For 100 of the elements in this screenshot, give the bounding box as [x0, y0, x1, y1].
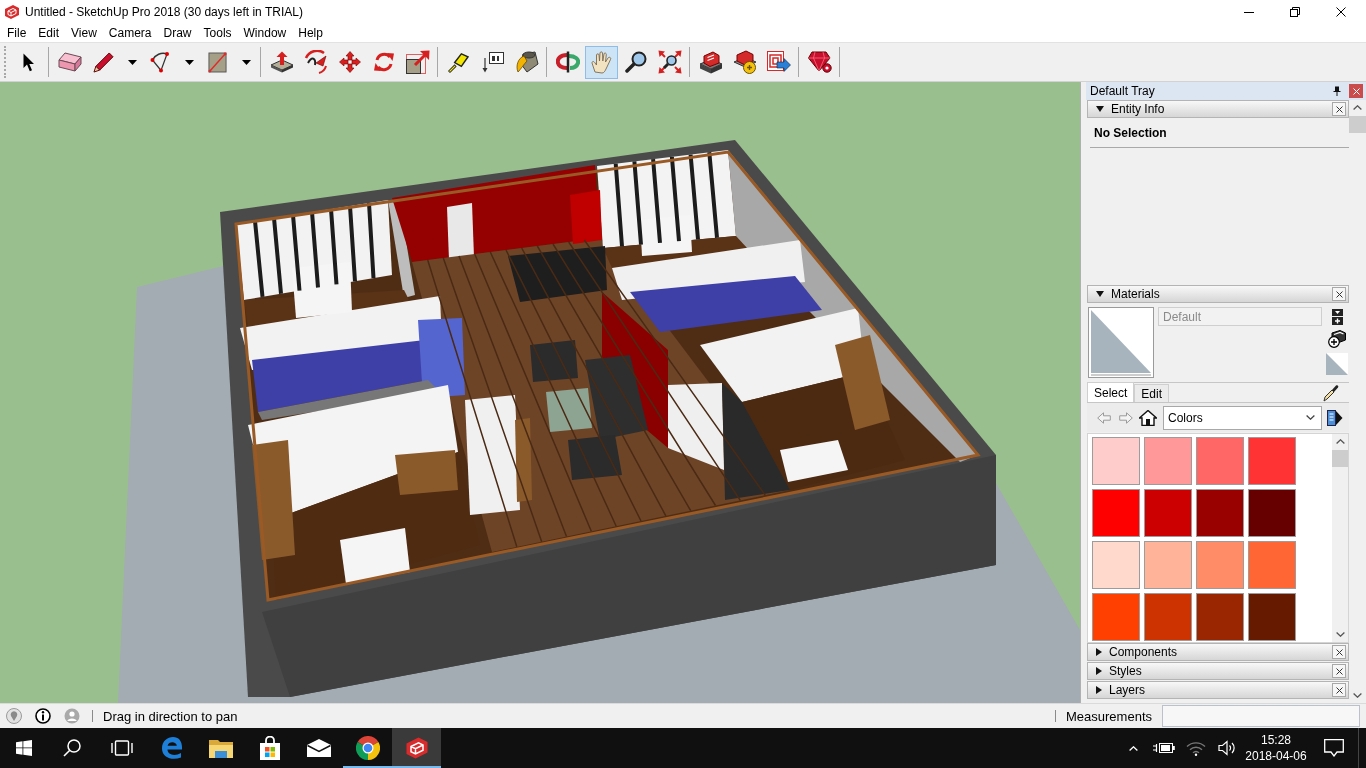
color-swatch[interactable] — [1092, 437, 1140, 485]
panel-header[interactable]: Layers — [1087, 681, 1349, 699]
color-swatch[interactable] — [1144, 437, 1192, 485]
user-icon — [64, 708, 80, 724]
chevron-up-icon — [1128, 745, 1138, 751]
close-icon — [1336, 7, 1346, 17]
cube-logo-icon — [4, 4, 20, 20]
rectangle-icon — [208, 51, 227, 73]
box-badge-icon — [732, 50, 757, 74]
speech-bubble-icon — [1324, 739, 1344, 757]
scrollbar[interactable] — [1332, 434, 1348, 642]
arc-icon — [149, 51, 172, 73]
scrollbar-thumb[interactable] — [1349, 116, 1366, 133]
follow-me-icon — [303, 50, 328, 74]
windows-logo-icon — [16, 740, 32, 756]
color-swatch[interactable] — [1196, 541, 1244, 589]
panel-close-button[interactable] — [1332, 664, 1346, 678]
color-swatch[interactable] — [1144, 541, 1192, 589]
model-viewport[interactable] — [0, 82, 1080, 703]
rotate-arrows-icon — [372, 51, 395, 73]
eyedropper-icon — [1323, 384, 1339, 402]
menu-item[interactable]: Help — [292, 24, 329, 42]
toolbar-grip[interactable] — [4, 46, 8, 78]
search-icon — [63, 739, 81, 757]
geolocation-button[interactable] — [5, 707, 23, 725]
library-dropdown[interactable]: Colors — [1163, 405, 1322, 430]
box-tray-icon — [698, 50, 723, 74]
measurements-field[interactable] — [1162, 705, 1360, 727]
create-material-button[interactable] — [1331, 309, 1343, 325]
menu-item[interactable]: View — [65, 24, 103, 42]
paint-bucket-icon — [514, 50, 539, 74]
page-arrow-icon — [1327, 408, 1343, 427]
tray-title: Default Tray — [1090, 84, 1156, 98]
caret-icon — [184, 59, 194, 65]
pin-icon — [1333, 86, 1341, 96]
menu-item[interactable]: Draw — [157, 24, 198, 42]
close-icon — [1335, 686, 1343, 694]
color-swatch[interactable] — [1248, 541, 1296, 589]
minimize-icon — [1244, 11, 1254, 13]
close-icon — [1335, 290, 1343, 298]
box-plus-icon — [1331, 309, 1343, 325]
chevron-down-icon — [1335, 632, 1345, 637]
panel-title: Components — [1109, 645, 1179, 659]
chevron-down-icon — [1306, 415, 1315, 420]
chevron-down-icon — [1353, 693, 1362, 698]
pin-button[interactable] — [1331, 84, 1343, 98]
details-button[interactable] — [1326, 407, 1344, 428]
selection-status: No Selection — [1094, 126, 1167, 140]
panel-header[interactable]: Entity Info — [1087, 100, 1349, 118]
panel-header[interactable]: Materials — [1087, 285, 1349, 303]
materials-tab[interactable]: Edit — [1134, 384, 1170, 402]
color-swatch[interactable] — [1144, 489, 1192, 537]
color-swatch[interactable] — [1248, 593, 1296, 641]
menu-item[interactable]: Edit — [32, 24, 66, 42]
tape-measure-icon — [448, 51, 469, 73]
panel-title: Entity Info — [1111, 102, 1166, 116]
color-swatch[interactable] — [1196, 489, 1244, 537]
menu-item[interactable]: Camera — [102, 24, 158, 42]
color-swatch[interactable] — [1248, 489, 1296, 537]
panel-close-button[interactable] — [1332, 683, 1346, 697]
magnifier-icon — [624, 51, 647, 73]
tray-close-button[interactable] — [1349, 84, 1363, 98]
sample-paint-button[interactable] — [1323, 384, 1339, 402]
home-button[interactable] — [1139, 407, 1157, 428]
menu-item[interactable]: File — [1, 24, 33, 42]
materials-tab[interactable]: Select — [1087, 382, 1135, 402]
color-swatch[interactable] — [1196, 437, 1244, 485]
color-swatch[interactable] — [1092, 593, 1140, 641]
hand-icon — [590, 50, 613, 74]
forward-arrow-icon — [1119, 411, 1133, 424]
add-material-button[interactable] — [1328, 330, 1346, 348]
color-swatch[interactable] — [1092, 541, 1140, 589]
speaker-icon — [1218, 740, 1236, 756]
clock-button[interactable]: 15:28 2018-04-06 — [1242, 728, 1310, 768]
menu-item[interactable]: Tools — [197, 24, 238, 42]
color-swatch[interactable] — [1092, 489, 1140, 537]
close-icon — [1352, 87, 1360, 95]
close-icon — [1335, 667, 1343, 675]
close-icon — [1335, 648, 1343, 656]
tricolor-circle-icon — [355, 736, 380, 760]
color-swatch[interactable] — [1196, 593, 1244, 641]
panel-close-button[interactable] — [1332, 645, 1346, 659]
panel-header[interactable]: Styles — [1087, 662, 1349, 680]
color-swatch[interactable] — [1144, 593, 1192, 641]
document-arrow-icon — [766, 51, 791, 73]
panel-header[interactable]: Components — [1087, 643, 1349, 661]
restore-icon — [1290, 7, 1300, 17]
panel-title: Layers — [1109, 683, 1147, 697]
scrollbar-thumb[interactable] — [1332, 450, 1348, 467]
panel-close-button[interactable] — [1332, 102, 1346, 116]
info-button[interactable] — [34, 707, 52, 725]
scale-icon — [405, 50, 430, 74]
color-swatch[interactable] — [1248, 437, 1296, 485]
taskbar-app-button[interactable] — [392, 728, 441, 768]
menu-item[interactable]: Window — [237, 24, 293, 42]
panel-close-button[interactable] — [1332, 287, 1346, 301]
orbit-icon — [555, 51, 580, 73]
envelope-icon — [306, 739, 331, 757]
cube-logo-icon — [404, 736, 429, 760]
caret-icon — [127, 59, 137, 65]
